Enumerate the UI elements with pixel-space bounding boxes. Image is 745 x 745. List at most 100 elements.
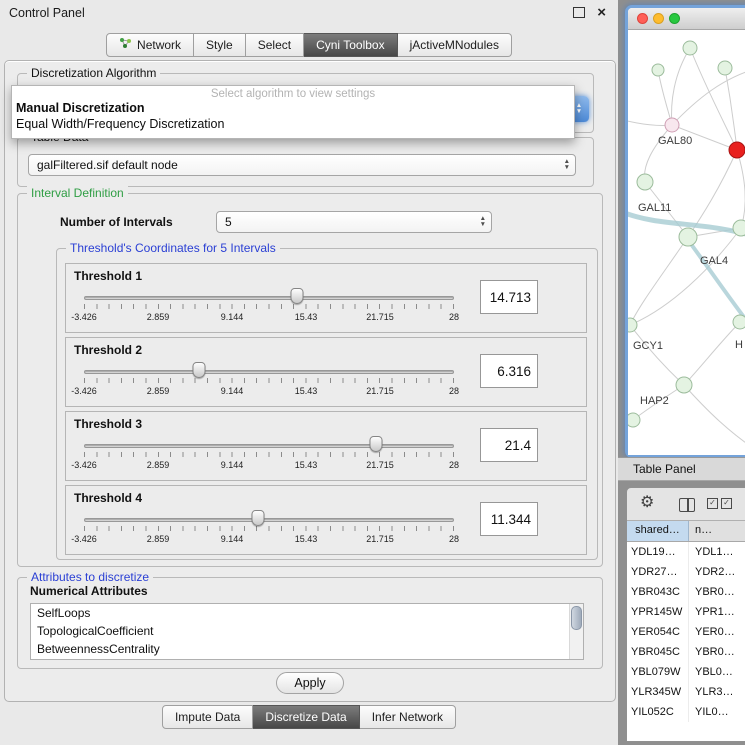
tab-cyni-toolbox[interactable]: Cyni Toolbox	[304, 33, 397, 57]
network-node[interactable]	[652, 64, 664, 76]
threshold-slider[interactable]: -3.426 2.859 9.144 15.43 21.715 28	[84, 434, 454, 478]
tab-style[interactable]: Style	[194, 33, 246, 57]
network-window-titlebar[interactable]	[628, 8, 745, 30]
tab-infer-network[interactable]: Infer Network	[360, 705, 456, 729]
column-header-shared-name[interactable]: shared…	[627, 521, 689, 541]
network-node-gal4[interactable]	[679, 228, 697, 246]
table-panel-title-bar[interactable]: Table Panel	[618, 457, 745, 481]
network-node[interactable]	[733, 315, 745, 329]
tab-discretize-data[interactable]: Discretize Data	[253, 705, 359, 729]
slider-thumb[interactable]	[251, 510, 264, 526]
table-cell[interactable]: YBL0…	[689, 662, 745, 682]
table-row[interactable]: YDR27…YDR2…	[627, 562, 745, 582]
scrollbar-thumb[interactable]	[571, 606, 582, 630]
table-cell[interactable]: YPR1…	[689, 602, 745, 622]
list-item[interactable]: TopologicalCoefficient	[31, 622, 583, 640]
slider-thumb[interactable]	[192, 362, 205, 378]
threshold-panel-2: Threshold 2 -3.426 2.859 9.144 15.43 21.…	[65, 337, 587, 407]
slider-track[interactable]	[84, 444, 454, 448]
columns-icon[interactable]	[679, 498, 695, 512]
network-node[interactable]	[733, 220, 745, 236]
table-row[interactable]: YIL052CYIL0…	[627, 702, 745, 722]
dropdown-option-equal-width[interactable]: Equal Width/Frequency Discretization	[12, 116, 574, 132]
table-cell[interactable]: YLR345W	[627, 682, 689, 702]
network-node[interactable]	[683, 41, 697, 55]
network-node[interactable]	[718, 61, 732, 75]
table-cell[interactable]: YDR27…	[627, 562, 689, 582]
network-node-gal80[interactable]	[665, 118, 679, 132]
tab-network[interactable]: Network	[106, 33, 194, 57]
threshold-label: Threshold 1	[74, 269, 142, 283]
table-cell[interactable]: YIL0…	[689, 702, 745, 722]
tab-jactivemodules[interactable]: jActiveMNodules	[398, 33, 512, 57]
threshold-slider[interactable]: -3.426 2.859 9.144 15.43 21.715 28	[84, 360, 454, 404]
num-intervals-select[interactable]: 5	[216, 211, 492, 233]
table-cell[interactable]: YLR3…	[689, 682, 745, 702]
threshold-value-field[interactable]	[480, 354, 538, 388]
table-data-select[interactable]: galFiltered.sif default node	[28, 154, 576, 176]
control-panel: Control Panel × Network Style Select Cyn…	[0, 0, 618, 745]
table-cell[interactable]: YBR043C	[627, 582, 689, 602]
close-traffic-light-icon[interactable]	[637, 13, 648, 24]
deselect-all-icon[interactable]	[721, 498, 732, 509]
table-cell[interactable]: YIL052C	[627, 702, 689, 722]
table-row[interactable]: YBR043CYBR0…	[627, 582, 745, 602]
selected-red-node[interactable]	[729, 142, 745, 158]
threshold-value-field[interactable]	[480, 502, 538, 536]
table-body: YDL19…YDL1… YDR27…YDR2… YBR043CYBR0… YPR…	[627, 542, 745, 742]
list-scrollbar[interactable]	[569, 604, 583, 659]
table-cell[interactable]: YDL19…	[627, 542, 689, 562]
select-all-icon[interactable]	[707, 498, 718, 509]
network-node-gcy1[interactable]	[628, 318, 637, 332]
threshold-value-field[interactable]	[480, 428, 538, 462]
zoom-traffic-light-icon[interactable]	[669, 13, 680, 24]
column-header-name[interactable]: n…	[689, 521, 745, 541]
threshold-value-field[interactable]	[480, 280, 538, 314]
table-cell[interactable]: YBR0…	[689, 642, 745, 662]
table-row[interactable]: YLR345WYLR3…	[627, 682, 745, 702]
slider-thumb[interactable]	[370, 436, 383, 452]
dropdown-option-manual-discretization[interactable]: Manual Discretization	[12, 100, 574, 116]
table-cell[interactable]: YBR045C	[627, 642, 689, 662]
table-cell[interactable]: YDR2…	[689, 562, 745, 582]
table-cell[interactable]: YBL079W	[627, 662, 689, 682]
network-node[interactable]	[637, 174, 653, 190]
table-row[interactable]: YER054CYER0…	[627, 622, 745, 642]
table-cell[interactable]: YDL1…	[689, 542, 745, 562]
table-panel-title: Table Panel	[633, 462, 696, 476]
float-window-icon[interactable]	[573, 7, 585, 18]
threshold-panel-1: Threshold 1 -3.426 2.859 9.144 15.43 21.…	[65, 263, 587, 333]
threshold-panel-3: Threshold 3 -3.426 2.859 9.144 15.43 21.…	[65, 411, 587, 481]
table-cell[interactable]: YBR0…	[689, 582, 745, 602]
minimize-traffic-light-icon[interactable]	[653, 13, 664, 24]
table-toolbar: ⚙	[627, 488, 745, 520]
apply-button[interactable]: Apply	[276, 672, 344, 694]
tab-select[interactable]: Select	[246, 33, 304, 57]
table-cell[interactable]: YER054C	[627, 622, 689, 642]
network-node-hap2[interactable]	[676, 377, 692, 393]
table-cell[interactable]: YPR145W	[627, 602, 689, 622]
list-item[interactable]: SelfLoops	[31, 604, 583, 622]
network-node[interactable]	[628, 413, 640, 427]
slider-thumb[interactable]	[291, 288, 304, 304]
table-row[interactable]: YDL19…YDL1…	[627, 542, 745, 562]
table-cell[interactable]: YER0…	[689, 622, 745, 642]
table-row[interactable]: YBR045CYBR0…	[627, 642, 745, 662]
combo-stepper-icon	[480, 216, 486, 228]
table-row[interactable]: YBL079WYBL0…	[627, 662, 745, 682]
list-item[interactable]: BetweennessCentrality	[31, 640, 583, 658]
gear-icon[interactable]: ⚙	[640, 494, 654, 512]
slider-track[interactable]	[84, 370, 454, 374]
threshold-slider[interactable]: -3.426 2.859 9.144 15.43 21.715 28	[84, 286, 454, 330]
table-row[interactable]: YPR145WYPR1…	[627, 602, 745, 622]
threshold-panel-4: Threshold 4 -3.426 2.859 9.144 15.43 21.…	[65, 485, 587, 555]
slider-track[interactable]	[84, 296, 454, 300]
network-canvas[interactable]: GAL80 GAL11 GAL4 GCY1 HAP2 H	[628, 30, 745, 455]
tab-impute-data[interactable]: Impute Data	[162, 705, 253, 729]
close-icon[interactable]: ×	[597, 7, 606, 18]
interval-definition-group: Interval Definition Number of Intervals …	[17, 193, 603, 567]
slider-track[interactable]	[84, 518, 454, 522]
attributes-list[interactable]: SelfLoops TopologicalCoefficient Between…	[30, 603, 584, 660]
slider-ticks	[84, 452, 454, 457]
threshold-slider[interactable]: -3.426 2.859 9.144 15.43 21.715 28	[84, 508, 454, 552]
